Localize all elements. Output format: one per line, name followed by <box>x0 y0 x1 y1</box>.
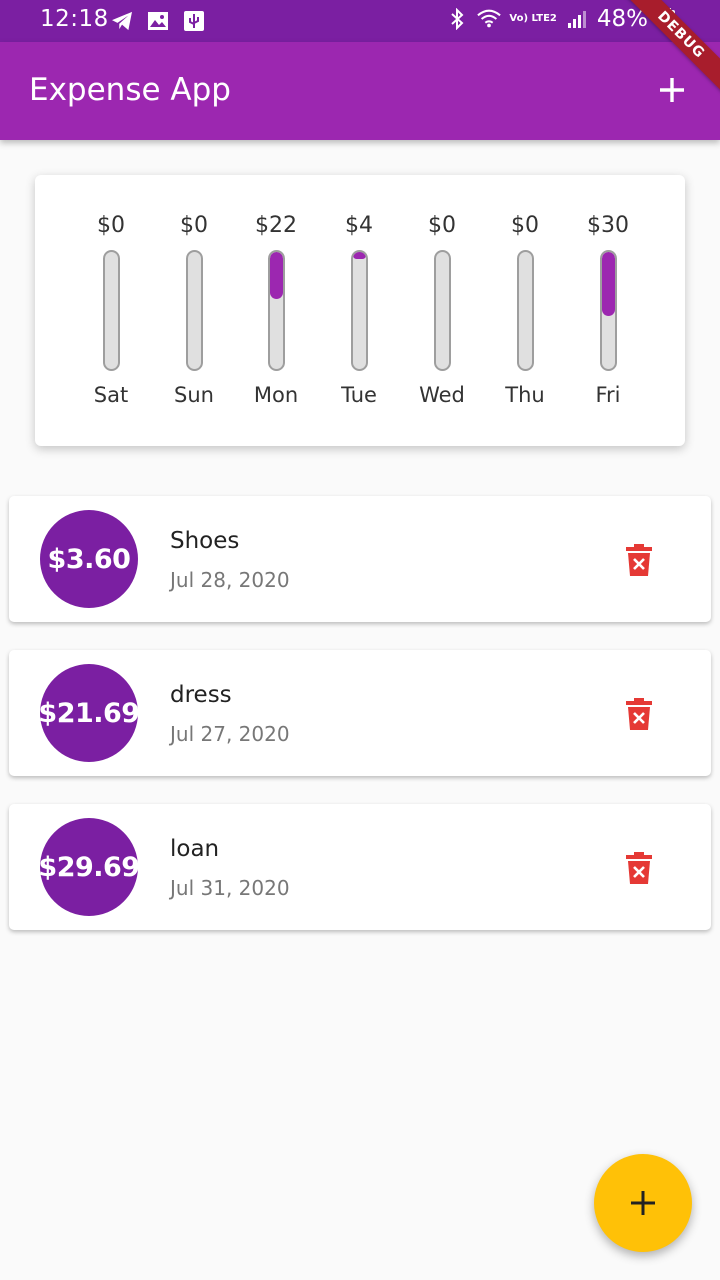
delete-forever-icon <box>626 698 652 730</box>
network-type: Vo) LTE2 <box>509 13 557 24</box>
bar-day-label: Fri <box>595 383 621 407</box>
bar-amount-label: $0 <box>428 213 456 238</box>
add-transaction-fab[interactable] <box>594 1154 692 1252</box>
add-transaction-button[interactable] <box>650 68 694 112</box>
delete-transaction-button[interactable] <box>619 540 659 580</box>
transaction-amount: $29.69 <box>38 851 140 883</box>
bar-track <box>600 250 617 371</box>
status-system-icons: Vo) LTE2 48% <box>445 6 680 32</box>
app-title: Expense App <box>29 72 231 108</box>
chart-bar-column: $0 Sat <box>71 175 151 446</box>
transaction-date: Jul 28, 2020 <box>170 568 290 592</box>
weekly-chart-card: $0 Sat $0 Sun $22 Mon $4 Tue $0 Wed $0 T… <box>35 175 685 446</box>
transaction-card: $21.69 dress Jul 27, 2020 <box>9 650 711 776</box>
battery-percent: 48% <box>596 6 648 32</box>
bluetooth-icon <box>445 7 469 31</box>
bar-track <box>434 250 451 371</box>
bar-track <box>268 250 285 371</box>
bar-day-label: Wed <box>419 383 465 407</box>
transaction-title: Shoes <box>170 528 240 554</box>
plus-icon <box>660 78 684 102</box>
transaction-amount-avatar: $21.69 <box>38 664 140 762</box>
app-bar: Expense App <box>0 42 720 140</box>
wifi-icon <box>477 7 502 31</box>
bar-amount-label: $0 <box>97 213 125 238</box>
delete-transaction-button[interactable] <box>619 694 659 734</box>
transaction-date: Jul 27, 2020 <box>170 722 290 746</box>
bar-day-label: Mon <box>253 383 299 407</box>
transaction-amount: $21.69 <box>38 697 140 729</box>
transaction-title: dress <box>170 682 232 708</box>
signal-icon <box>565 7 589 31</box>
bar-day-label: Tue <box>341 383 377 407</box>
image-icon <box>146 9 170 33</box>
status-time: 12:18 <box>40 6 109 32</box>
status-bar: 12:18 Vo) LTE2 48% <box>0 0 720 42</box>
chart-bar-column: $30 Fri <box>568 175 648 446</box>
chart-bar-column: $0 Wed <box>402 175 482 446</box>
chart-bar-column: $0 Thu <box>485 175 565 446</box>
bar-amount-label: $0 <box>511 213 539 238</box>
bar-day-label: Thu <box>505 383 545 407</box>
bar-amount-label: $22 <box>255 213 297 238</box>
bar-fill <box>270 252 283 299</box>
bar-day-label: Sat <box>93 383 129 407</box>
delete-forever-icon <box>626 544 652 576</box>
transaction-card: $3.60 Shoes Jul 28, 2020 <box>9 496 711 622</box>
bar-amount-label: $30 <box>587 213 629 238</box>
bar-track <box>517 250 534 371</box>
bar-track <box>351 250 368 371</box>
transaction-title: loan <box>170 836 220 862</box>
bar-track <box>186 250 203 371</box>
chart-bar-column: $0 Sun <box>154 175 234 446</box>
usb-icon <box>182 9 206 33</box>
telegram-icon <box>110 9 134 33</box>
bar-track <box>103 250 120 371</box>
transaction-amount-avatar: $29.69 <box>38 818 140 916</box>
bar-fill <box>353 252 366 260</box>
delete-forever-icon <box>626 852 652 884</box>
chart-bar-column: $22 Mon <box>236 175 316 446</box>
chart-bar-column: $4 Tue <box>319 175 399 446</box>
transaction-card: $29.69 loan Jul 31, 2020 <box>9 804 711 930</box>
delete-transaction-button[interactable] <box>619 848 659 888</box>
battery-icon <box>656 7 680 31</box>
status-notification-icons <box>110 9 206 33</box>
plus-icon <box>631 1191 655 1215</box>
bar-amount-label: $0 <box>180 213 208 238</box>
transaction-amount-avatar: $3.60 <box>40 510 138 608</box>
bar-amount-label: $4 <box>345 213 373 238</box>
transaction-amount: $3.60 <box>47 543 131 575</box>
bar-day-label: Sun <box>174 383 214 407</box>
bar-fill <box>602 252 615 317</box>
transaction-date: Jul 31, 2020 <box>170 876 290 900</box>
